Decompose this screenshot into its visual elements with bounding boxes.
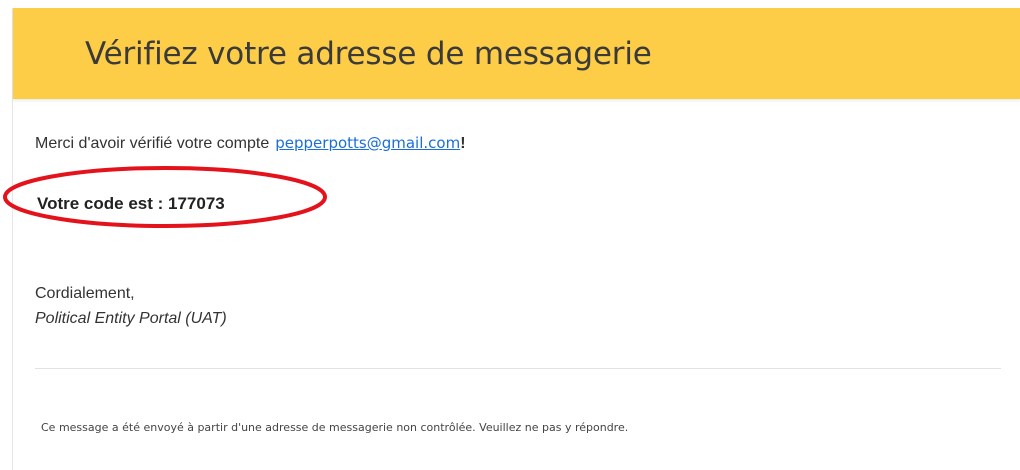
email-title: Vérifiez votre adresse de messagerie — [85, 36, 652, 72]
verification-code: Votre code est : 177073 — [37, 194, 225, 213]
greeting-text: Merci d'avoir vérifié votre compte — [35, 135, 270, 152]
footer-note: Ce message a été envoyé à partir d'une a… — [41, 421, 629, 434]
greeting-exclamation: ! — [460, 135, 466, 152]
email-address-link[interactable]: pepperpotts@gmail.com — [275, 134, 460, 152]
sender-name: Political Entity Portal (UAT) — [35, 310, 227, 327]
greeting-line: Merci d'avoir vérifié votre compte pepper… — [35, 134, 466, 153]
divider — [35, 368, 1001, 369]
header-banner: Vérifiez votre adresse de messagerie — [13, 8, 1020, 99]
email-card: Vérifiez votre adresse de messagerie Mer… — [12, 8, 1020, 470]
sign-off: Cordialement, — [35, 285, 135, 302]
